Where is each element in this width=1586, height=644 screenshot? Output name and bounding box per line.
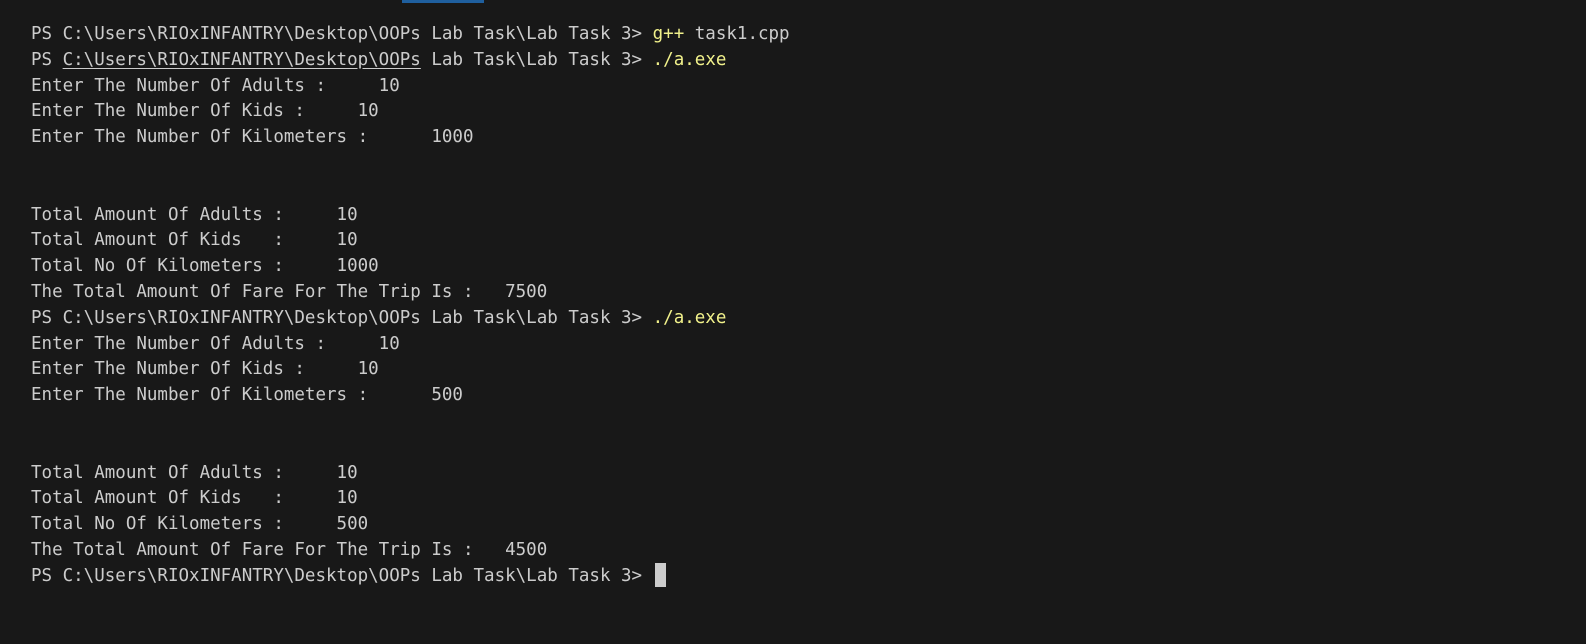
terminal-panel[interactable]: PS C:\Users\RIOxINFANTRY\Desktop\OOPs La… — [0, 0, 1586, 644]
output-line: Enter The Number Of Adults : 10 — [31, 75, 400, 96]
path-link[interactable]: C:\Users\RIOxINFANTRY\Desktop\OOPs — [63, 50, 421, 70]
command-args: task1.cpp — [684, 24, 790, 44]
output-line: Total No Of Kilometers : 500 — [31, 514, 369, 535]
prompt-line: PS C:\Users\RIOxINFANTRY\Desktop\OOPs La… — [31, 48, 1586, 74]
output-line: Enter The Number Of Kilometers : 500 — [31, 385, 463, 406]
output-line: Enter The Number Of Kilometers : 1000 — [31, 127, 474, 148]
prompt-line: PS C:\Users\RIOxINFANTRY\Desktop\OOPs La… — [31, 306, 1586, 332]
prompt-prefix: PS — [31, 49, 63, 70]
prompt-text: PS C:\Users\RIOxINFANTRY\Desktop\OOPs La… — [31, 565, 653, 586]
output-line: Total No Of Kilometers : 1000 — [31, 256, 379, 277]
output-line: Total Amount Of Kids : 10 — [31, 230, 358, 251]
terminal-output: PS C:\Users\RIOxINFANTRY\Desktop\OOPs La… — [31, 22, 1586, 590]
active-tab-indicator — [402, 0, 484, 3]
output-line: Enter The Number Of Kids : 10 — [31, 101, 379, 122]
text-cursor[interactable] — [654, 562, 666, 587]
active-prompt-line[interactable]: PS C:\Users\RIOxINFANTRY\Desktop\OOPs La… — [31, 562, 1586, 590]
prompt-line: PS C:\Users\RIOxINFANTRY\Desktop\OOPs La… — [31, 22, 1586, 48]
command-text: ./a.exe — [652, 49, 727, 70]
output-line: Enter The Number Of Kids : 10 — [31, 359, 379, 380]
command-text: g++ — [652, 24, 685, 44]
output-line: Total Amount Of Adults : 10 — [31, 204, 358, 225]
output-line: Enter The Number Of Adults : 10 — [31, 333, 400, 354]
command-text: ./a.exe — [652, 307, 727, 328]
output-line: The Total Amount Of Fare For The Trip Is… — [31, 281, 548, 302]
prompt-text: PS C:\Users\RIOxINFANTRY\Desktop\OOPs La… — [31, 24, 653, 44]
prompt-text: PS C:\Users\RIOxINFANTRY\Desktop\OOPs La… — [31, 307, 653, 328]
output-line: The Total Amount Of Fare For The Trip Is… — [31, 539, 548, 560]
prompt-suffix: Lab Task\Lab Task 3> — [420, 49, 653, 70]
output-line: Total Amount Of Kids : 10 — [31, 488, 358, 509]
output-line: Total Amount Of Adults : 10 — [31, 462, 358, 483]
